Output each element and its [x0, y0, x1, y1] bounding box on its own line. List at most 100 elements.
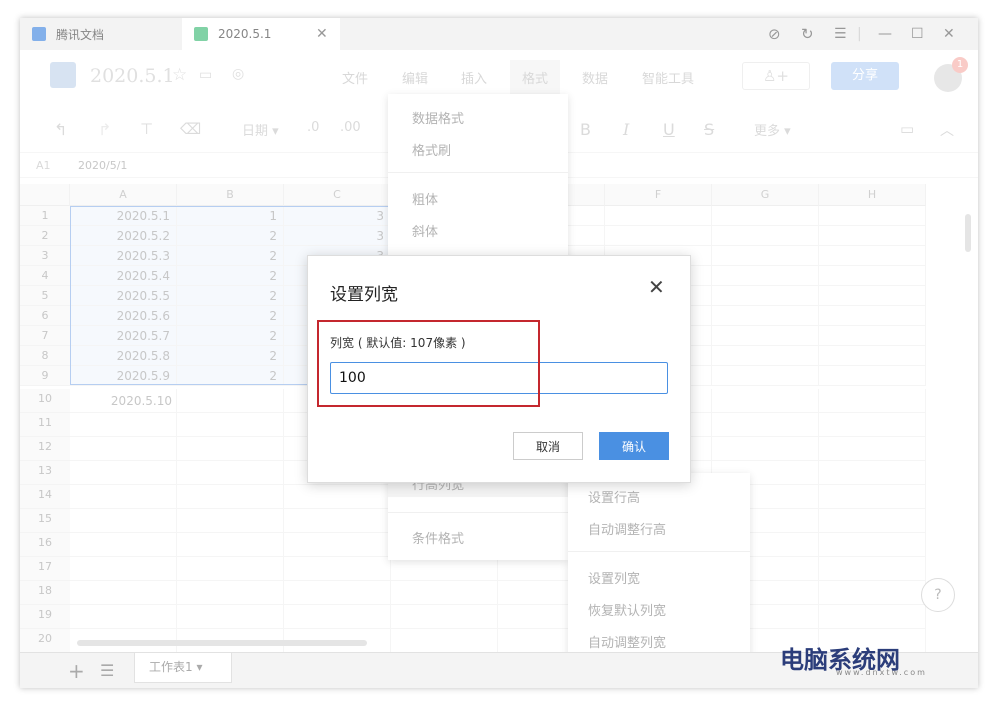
column-header-h[interactable]: H — [819, 184, 926, 206]
table-cell[interactable] — [819, 306, 926, 326]
table-cell[interactable] — [819, 437, 926, 461]
menu-item-bold[interactable]: 粗体 — [412, 189, 438, 208]
table-cell[interactable] — [712, 437, 819, 461]
table-cell[interactable] — [70, 461, 177, 485]
table-cell[interactable]: 2 — [177, 366, 284, 386]
row-header[interactable]: 4 — [20, 266, 70, 286]
table-cell[interactable]: 2020.5.6 — [70, 306, 177, 326]
row-header[interactable]: 6 — [20, 306, 70, 326]
table-cell[interactable] — [819, 389, 926, 413]
table-cell[interactable]: 2020.5.9 — [70, 366, 177, 386]
sheet-tab[interactable]: 工作表1 ▾ — [134, 653, 232, 683]
table-cell[interactable] — [819, 206, 926, 226]
collapse-toolbar-icon[interactable]: ︿ — [940, 120, 954, 140]
table-cell[interactable] — [177, 437, 284, 461]
refresh-icon[interactable]: ↻ — [801, 26, 814, 42]
table-cell[interactable] — [70, 605, 177, 629]
table-cell[interactable] — [284, 581, 391, 605]
table-cell[interactable] — [177, 413, 284, 437]
table-cell[interactable] — [391, 629, 498, 652]
table-cell[interactable] — [819, 509, 926, 533]
menu-edit[interactable]: 编辑 — [402, 68, 428, 87]
menu-insert[interactable]: 插入 — [461, 68, 487, 87]
table-cell[interactable] — [712, 206, 819, 226]
tab-sheet[interactable]: 2020.5.1 ✕ — [182, 18, 340, 50]
increase-decimal-icon[interactable]: .00 — [340, 120, 361, 135]
doc-title[interactable]: 2020.5.1 — [90, 65, 175, 87]
table-cell[interactable] — [819, 413, 926, 437]
table-cell[interactable] — [70, 413, 177, 437]
table-cell[interactable] — [605, 226, 712, 246]
table-cell[interactable]: 2020.5.5 — [70, 286, 177, 306]
folder-icon[interactable]: ▭ — [199, 67, 212, 83]
undo-icon[interactable]: ↰ — [54, 120, 67, 139]
table-cell[interactable]: 3 — [284, 226, 391, 246]
table-cell[interactable] — [712, 306, 819, 326]
table-cell[interactable] — [70, 557, 177, 581]
format-painter-icon[interactable]: ⊤ — [140, 120, 153, 138]
row-header[interactable]: 7 — [20, 326, 70, 346]
table-cell[interactable] — [712, 266, 819, 286]
minimize-icon[interactable]: — — [878, 26, 892, 42]
row-header[interactable]: 14 — [20, 485, 70, 509]
row-header[interactable]: 5 — [20, 286, 70, 306]
table-cell[interactable] — [177, 557, 284, 581]
star-icon[interactable]: ☆ — [172, 65, 187, 85]
formula-input[interactable]: 2020/5/1 — [78, 159, 127, 172]
table-cell[interactable] — [284, 533, 391, 557]
menu-icon[interactable]: ☰ — [834, 26, 847, 42]
table-cell[interactable] — [712, 366, 819, 386]
table-cell[interactable] — [391, 605, 498, 629]
table-cell[interactable]: 2 — [177, 226, 284, 246]
row-header[interactable]: 8 — [20, 346, 70, 366]
menu-item-reset-column-width[interactable]: 恢复默认列宽 — [588, 600, 666, 619]
menu-format[interactable]: 格式 — [510, 60, 561, 95]
table-cell[interactable] — [605, 206, 712, 226]
table-cell[interactable] — [819, 461, 926, 485]
italic-icon[interactable]: I — [623, 120, 629, 139]
table-cell[interactable] — [819, 366, 926, 386]
more-dropdown[interactable]: 更多 ▾ — [754, 120, 791, 139]
table-cell[interactable]: 1 — [177, 206, 284, 226]
row-header[interactable]: 10 — [20, 389, 70, 413]
table-cell[interactable] — [819, 485, 926, 509]
select-all-corner[interactable] — [20, 184, 70, 206]
menu-data[interactable]: 数据 — [582, 68, 608, 87]
comment-icon[interactable]: ▭ — [900, 120, 914, 138]
table-cell[interactable] — [712, 389, 819, 413]
menu-item-conditional-format[interactable]: 条件格式 — [412, 528, 464, 547]
table-cell[interactable] — [70, 533, 177, 557]
table-cell[interactable] — [177, 509, 284, 533]
close-window-icon[interactable]: ✕ — [943, 26, 955, 42]
help-button[interactable]: ? — [921, 578, 955, 612]
table-cell[interactable] — [712, 286, 819, 306]
table-cell[interactable] — [712, 326, 819, 346]
table-cell[interactable] — [819, 533, 926, 557]
row-header[interactable]: 17 — [20, 557, 70, 581]
row-header[interactable]: 9 — [20, 366, 70, 386]
row-header[interactable]: 11 — [20, 413, 70, 437]
table-cell[interactable] — [819, 605, 926, 629]
row-header[interactable]: 16 — [20, 533, 70, 557]
table-cell[interactable] — [819, 557, 926, 581]
add-sheet-icon[interactable]: + — [68, 659, 85, 683]
compass-icon[interactable]: ⊘ — [768, 26, 781, 42]
cancel-button[interactable]: 取消 — [513, 432, 583, 460]
column-header-b[interactable]: B — [177, 184, 284, 206]
table-cell[interactable]: 2020.5.1 — [70, 206, 177, 226]
menu-item-set-row-height[interactable]: 设置行高 — [588, 487, 640, 506]
horizontal-scrollbar[interactable] — [77, 640, 367, 646]
menu-item-format-painter[interactable]: 格式刷 — [412, 140, 451, 159]
row-header[interactable]: 19 — [20, 605, 70, 629]
cell-reference[interactable]: A1 — [36, 159, 51, 172]
table-cell[interactable]: 2 — [177, 346, 284, 366]
table-cell[interactable]: 2 — [177, 246, 284, 266]
close-icon[interactable]: ✕ — [648, 276, 665, 298]
confirm-button[interactable]: 确认 — [599, 432, 669, 460]
table-cell[interactable] — [70, 509, 177, 533]
table-cell[interactable] — [819, 326, 926, 346]
close-tab-icon[interactable]: ✕ — [316, 26, 328, 42]
table-cell[interactable]: 2 — [177, 286, 284, 306]
column-header-g[interactable]: G — [712, 184, 819, 206]
column-header-a[interactable]: A — [70, 184, 177, 206]
